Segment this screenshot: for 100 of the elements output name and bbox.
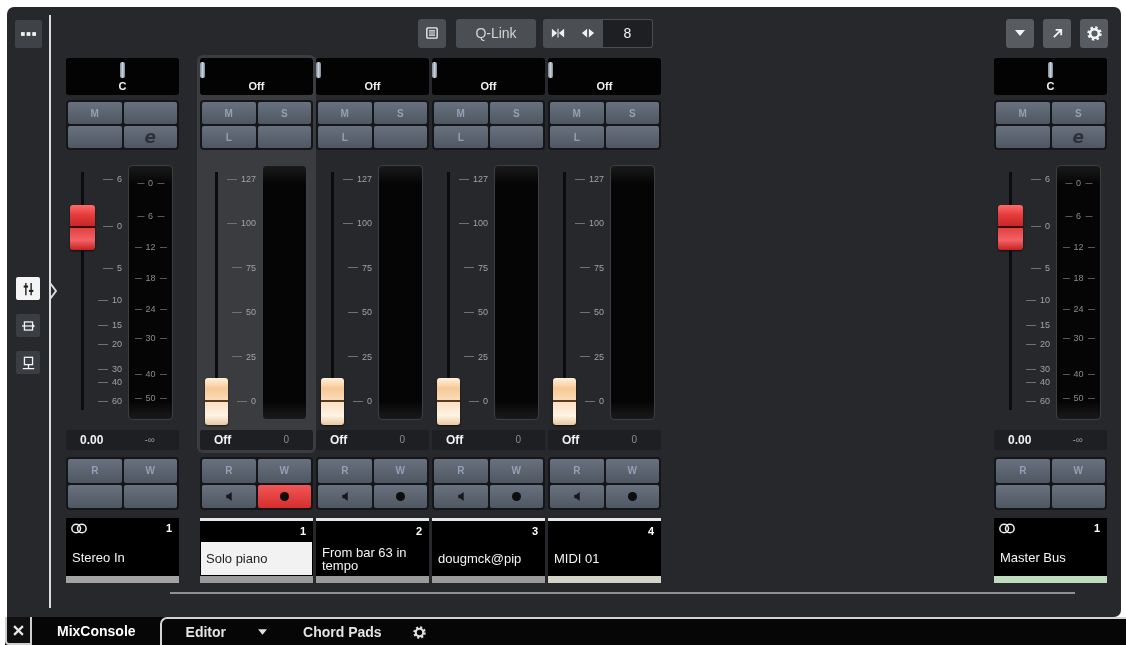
channel-name[interactable]: From bar 63 in tempo <box>317 542 428 575</box>
monitor-button[interactable] <box>434 484 488 508</box>
meter-scale-label: 24 <box>1062 304 1095 314</box>
sidebar-tool-button[interactable] <box>16 314 40 337</box>
pan-value: C <box>118 80 127 93</box>
read-button[interactable]: R <box>318 459 372 483</box>
pan-slider[interactable]: C <box>66 58 179 95</box>
fader-scale-label: 127 <box>342 174 372 184</box>
monitor-button[interactable] <box>318 484 372 508</box>
fader-handle[interactable] <box>998 205 1023 251</box>
pan-slider[interactable]: Off <box>316 58 429 95</box>
channel-name[interactable]: Master Bus <box>995 539 1106 575</box>
channel-name[interactable]: MIDI 01 <box>549 542 660 575</box>
write-button[interactable]: W <box>257 459 311 483</box>
monitor-button[interactable] <box>202 484 256 508</box>
record-icon <box>395 491 405 501</box>
mute-button[interactable]: M <box>202 102 256 124</box>
fader-handle[interactable] <box>321 378 344 425</box>
pan-handle[interactable] <box>200 62 205 78</box>
pan-slider[interactable]: Off <box>548 58 661 95</box>
peak-value: 0 <box>631 434 637 446</box>
read-button[interactable]: R <box>202 459 256 483</box>
mute-button[interactable]: M <box>318 102 372 124</box>
pan-handle[interactable] <box>120 62 125 78</box>
number-field[interactable]: 8 <box>603 19 652 47</box>
monitor-button[interactable] <box>550 484 604 508</box>
record-button[interactable] <box>373 484 427 508</box>
speaker-icon <box>457 491 464 501</box>
solo-button[interactable]: S <box>489 102 543 124</box>
channel-number: 4 <box>647 525 654 538</box>
fader-handle[interactable] <box>205 378 228 425</box>
mute-button[interactable]: M <box>434 102 488 124</box>
mute-button[interactable]: M <box>996 102 1050 124</box>
channel-name[interactable]: Stereo In <box>67 539 178 575</box>
tab[interactable]: MixConsole <box>32 617 160 645</box>
write-button[interactable]: W <box>605 459 659 483</box>
fader-scale-label: 0 <box>353 396 372 406</box>
fader-scale-label: 127 <box>574 174 604 184</box>
peak-value: 0 <box>399 434 405 446</box>
fader-scale-label: 20 <box>1026 339 1050 349</box>
sidebar-tool-button[interactable] <box>16 277 40 300</box>
read-button[interactable]: R <box>434 459 488 483</box>
pan-handle[interactable] <box>316 62 321 78</box>
dropdown-button[interactable] <box>1006 18 1034 48</box>
read-button[interactable]: R <box>68 459 122 483</box>
fader-handle[interactable] <box>437 378 460 425</box>
pan-slider[interactable]: C <box>994 58 1107 95</box>
solo-button[interactable]: S <box>373 102 427 124</box>
solo-button[interactable]: S <box>1051 102 1105 124</box>
fader-scale-label: 15 <box>1026 320 1050 330</box>
fader-scale-label: 0 <box>1031 221 1050 231</box>
q-link-button[interactable]: Q-Link <box>456 18 536 48</box>
pan-value: C <box>1046 80 1055 93</box>
pan-slider[interactable]: Off <box>200 58 313 95</box>
pan-handle[interactable] <box>1048 62 1053 78</box>
sidebar-tool-button[interactable] <box>16 351 40 374</box>
listen-button[interactable]: L <box>434 126 488 148</box>
channel-name[interactable]: dougmck@pip <box>433 542 544 575</box>
close-button[interactable] <box>5 617 32 645</box>
fader-scale-label: 100 <box>574 218 604 229</box>
pan-slider[interactable]: Off <box>432 58 545 95</box>
meter-scale-label: 40 <box>1062 369 1095 379</box>
listen-button[interactable]: L <box>550 126 604 148</box>
tab[interactable]: Chord Pads <box>285 617 400 645</box>
listen-button[interactable]: L <box>202 126 256 148</box>
write-button[interactable]: W <box>1051 459 1105 483</box>
fader-scale-label: 6 <box>103 174 122 184</box>
fader-scale-label: 20 <box>98 339 122 349</box>
scrollbar[interactable] <box>170 592 1075 594</box>
fader-scale-label: 0 <box>585 396 604 406</box>
write-button[interactable]: W <box>123 459 177 483</box>
record-button[interactable] <box>605 484 659 508</box>
mute-button[interactable]: M <box>68 102 122 124</box>
solo-button[interactable]: S <box>257 102 311 124</box>
channel-number: 1 <box>299 525 306 538</box>
read-button[interactable]: R <box>550 459 604 483</box>
channel-name[interactable]: Solo piano <box>201 542 312 575</box>
fader-scale-label: 60 <box>1026 396 1050 406</box>
write-button[interactable]: W <box>373 459 427 483</box>
peak-value: 0 <box>283 434 289 446</box>
fader-scale-label: 40 <box>1026 377 1050 387</box>
peak-value: -∞ <box>1072 434 1083 446</box>
tab[interactable]: Editor <box>159 617 286 645</box>
fader-handle[interactable] <box>70 205 95 251</box>
read-button[interactable]: R <box>996 459 1050 483</box>
mute-button[interactable]: M <box>550 102 604 124</box>
fader-handle[interactable] <box>553 378 576 425</box>
record-button[interactable] <box>257 484 311 508</box>
diagonal-arrow-button[interactable] <box>1043 18 1071 48</box>
pan-handle[interactable] <box>432 62 437 78</box>
volume-value: 0.00 <box>1008 433 1032 447</box>
list-view-button[interactable] <box>418 18 446 48</box>
solo-button[interactable]: S <box>605 102 659 124</box>
settings-button[interactable] <box>1080 18 1108 48</box>
write-button[interactable]: W <box>489 459 543 483</box>
listen-button[interactable]: L <box>318 126 372 148</box>
settings-button[interactable] <box>412 625 426 639</box>
pan-handle[interactable] <box>548 62 553 78</box>
more-button[interactable] <box>14 20 42 48</box>
record-button[interactable] <box>489 484 543 508</box>
